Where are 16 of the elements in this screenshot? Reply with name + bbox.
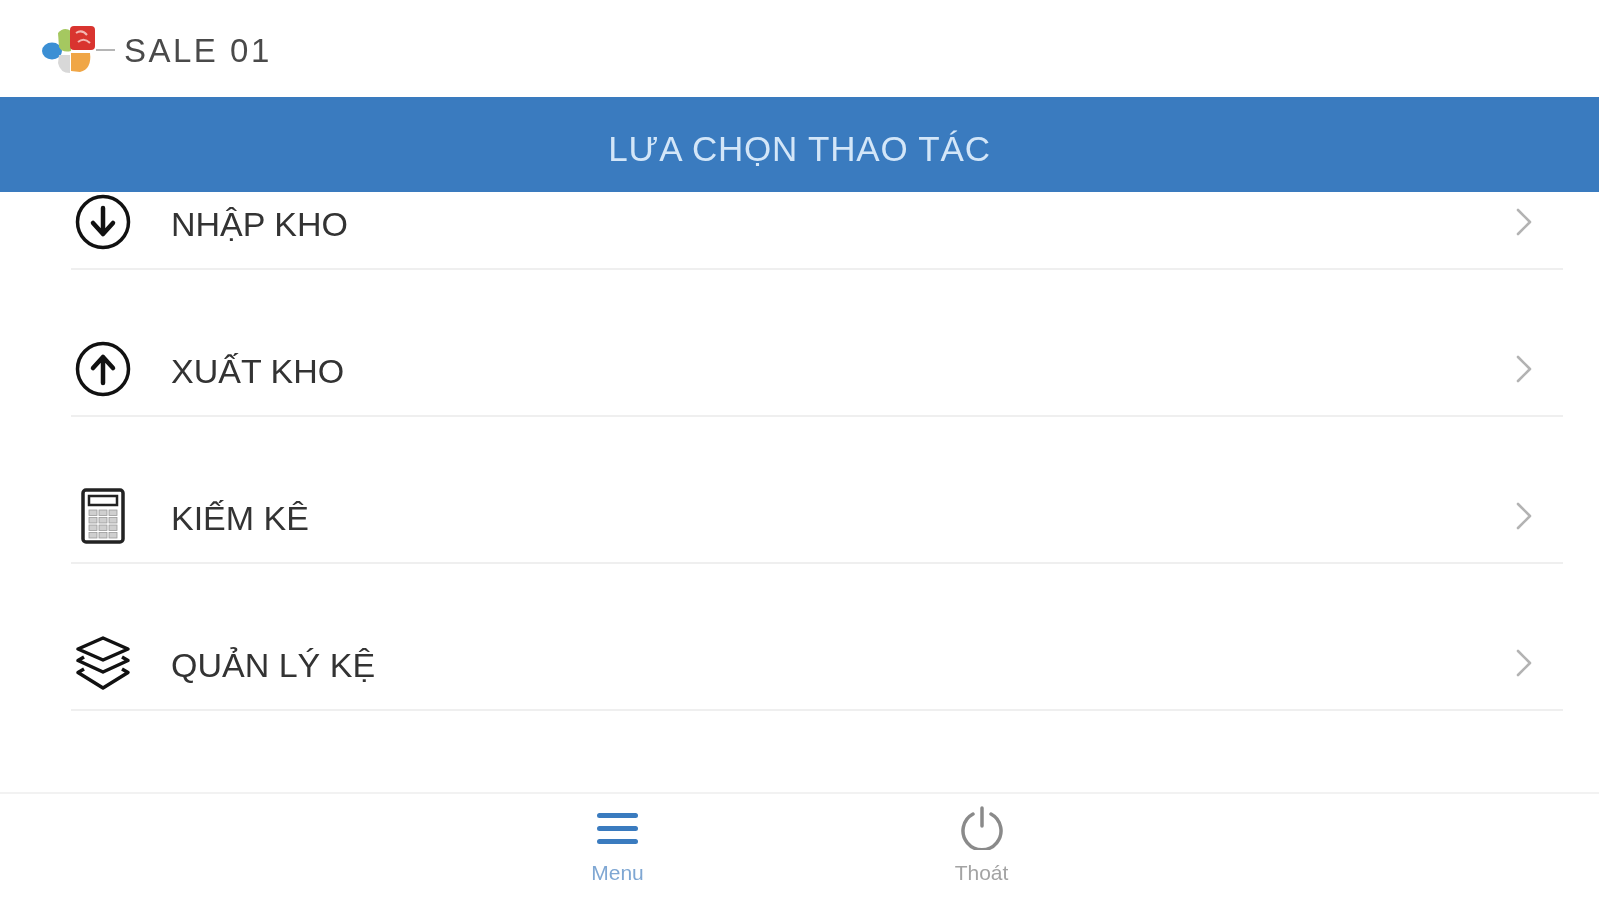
chevron-right-icon (1516, 649, 1532, 677)
menu-item[interactable]: XUẤT KHO (71, 339, 1563, 417)
chevron-right-icon (1516, 502, 1532, 530)
chevron-right-icon (1516, 355, 1532, 383)
arrow-down-circle-icon (75, 194, 131, 250)
power-icon (958, 806, 1005, 850)
section-title: LƯA CHỌN THAO TÁC (608, 128, 991, 169)
menu-icon (597, 812, 638, 844)
menu-item[interactable]: QUẢN LÝ KỆ (71, 633, 1563, 711)
calculator-icon (81, 488, 125, 544)
layers-icon (75, 635, 131, 691)
arrow-up-circle-icon (75, 341, 131, 397)
app-title: SALE 01 (124, 30, 272, 70)
chevron-right-icon (1516, 208, 1532, 236)
menu-item[interactable]: NHẬP KHO (71, 192, 1563, 270)
menu-item[interactable]: KIẾM KÊ (71, 486, 1563, 564)
